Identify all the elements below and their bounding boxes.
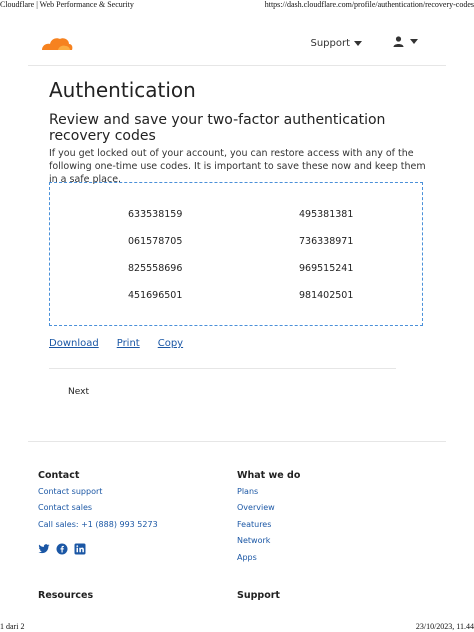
next-button[interactable]: Next (60, 385, 97, 399)
print-header-title: Cloudflare | Web Performance & Security (0, 0, 134, 9)
social-links (38, 540, 86, 555)
page-title: Authentication (49, 78, 196, 102)
call-sales-link[interactable]: Call sales: +1 (888) 993 5273 (38, 520, 158, 529)
twitter-icon[interactable] (38, 540, 50, 554)
recovery-code: 825558696 (128, 263, 183, 274)
download-link[interactable]: Download (49, 338, 99, 349)
print-header: Cloudflare | Web Performance & Security … (0, 0, 474, 10)
network-link[interactable]: Network (237, 536, 270, 545)
recovery-code: 981402501 (299, 290, 354, 301)
user-menu[interactable] (393, 36, 418, 47)
contact-sales-link[interactable]: Contact sales (38, 503, 92, 512)
apps-link[interactable]: Apps (237, 553, 257, 562)
divider (49, 368, 396, 369)
chevron-down-icon (410, 39, 418, 44)
footer-contact-heading: Contact (38, 470, 80, 481)
recovery-code: 736338971 (299, 236, 354, 247)
footer-support-heading: Support (237, 590, 280, 601)
recovery-code: 969515241 (299, 263, 354, 274)
footer-resources-heading: Resources (38, 590, 94, 601)
section-subtitle: Review and save your two-factor authenti… (49, 112, 386, 144)
overview-link[interactable]: Overview (237, 503, 275, 512)
features-link[interactable]: Features (237, 520, 271, 529)
recovery-code: 495381381 (299, 209, 354, 220)
plans-link[interactable]: Plans (237, 487, 258, 496)
print-link[interactable]: Print (117, 338, 140, 349)
copy-link[interactable]: Copy (158, 338, 183, 349)
cloudflare-logo[interactable] (38, 34, 74, 54)
footer-whatwedo-heading: What we do (237, 470, 301, 481)
chevron-down-icon (354, 41, 362, 46)
recovery-code: 451696501 (128, 290, 183, 301)
top-navigation: Support (28, 30, 446, 60)
contact-support-link[interactable]: Contact support (38, 487, 102, 496)
support-menu[interactable]: Support (310, 38, 362, 49)
recovery-code: 633538159 (128, 209, 183, 220)
divider (28, 441, 446, 442)
facebook-icon[interactable] (56, 540, 68, 555)
user-icon (393, 36, 404, 47)
recovery-codes-box: 633538159 495381381 061578705 736338971 … (49, 182, 423, 326)
recovery-code: 061578705 (128, 236, 183, 247)
codes-actions: Download Print Copy (49, 338, 183, 349)
linkedin-icon[interactable] (74, 540, 86, 555)
cloudflare-cloud-icon (42, 38, 73, 50)
print-timestamp: 23/10/2023, 11.44 (415, 622, 474, 631)
print-header-url: https://dash.cloudflare.com/profile/auth… (264, 0, 474, 9)
print-footer: 1 dari 2 23/10/2023, 11.44 (0, 622, 474, 632)
description-text: If you get locked out of your account, y… (49, 148, 426, 185)
print-page-number: 1 dari 2 (0, 622, 25, 631)
support-label: Support (310, 38, 350, 49)
divider (28, 65, 446, 66)
